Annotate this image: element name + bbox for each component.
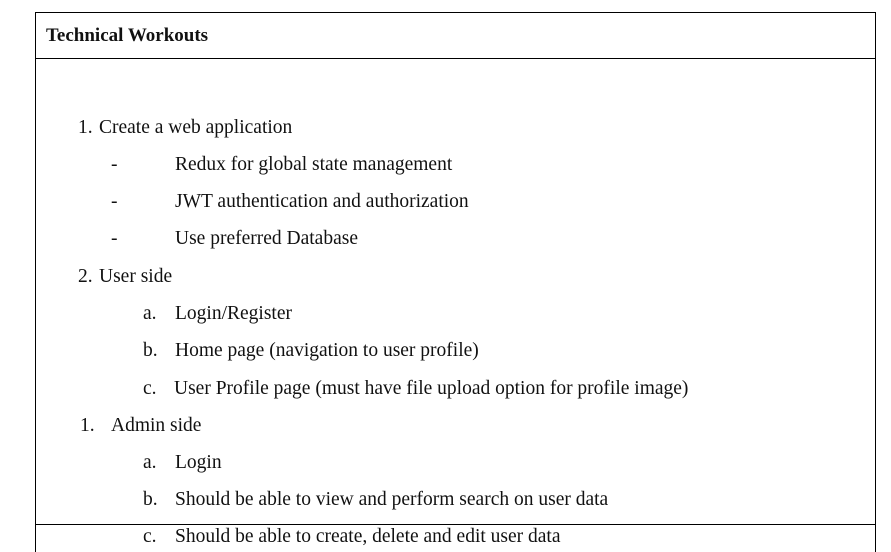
table-header-cell: Technical Workouts xyxy=(36,13,875,59)
section-3-number: 1. xyxy=(80,415,95,436)
list-item: Redux for global state management xyxy=(175,154,453,175)
list-item: Home page (navigation to user profile) xyxy=(175,340,479,361)
list-item-marker: - xyxy=(111,154,118,175)
list-item-marker: b. xyxy=(143,489,158,510)
list-item-marker: c. xyxy=(143,526,157,547)
list-item: Login xyxy=(175,452,222,473)
section-1-number: 1. xyxy=(78,117,93,138)
list-item: User Profile page (must have file upload… xyxy=(174,378,689,399)
workouts-table: Technical Workouts 1. Create a web appli… xyxy=(35,12,876,552)
list-item-marker: - xyxy=(111,191,118,212)
list-item: Should be able to create, delete and edi… xyxy=(175,526,561,547)
table-body-cell: 1. Create a web application - Redux for … xyxy=(36,59,875,547)
list-item-marker: a. xyxy=(143,303,157,324)
section-1-label: Create a web application xyxy=(99,117,293,138)
list-item-marker: - xyxy=(111,228,118,249)
list-item: JWT authentication and authorization xyxy=(175,191,469,212)
table-title: Technical Workouts xyxy=(46,25,209,46)
list-item-marker: c. xyxy=(143,378,157,399)
list-item: Login/Register xyxy=(175,303,292,324)
section-2-label: User side xyxy=(99,266,173,287)
section-3-label: Admin side xyxy=(111,415,202,436)
list-item: Should be able to view and perform searc… xyxy=(175,489,609,510)
list-item-marker: a. xyxy=(143,452,157,473)
section-2-number: 2. xyxy=(78,266,93,287)
list-item: Use preferred Database xyxy=(175,228,358,249)
list-item-marker: b. xyxy=(143,340,158,361)
